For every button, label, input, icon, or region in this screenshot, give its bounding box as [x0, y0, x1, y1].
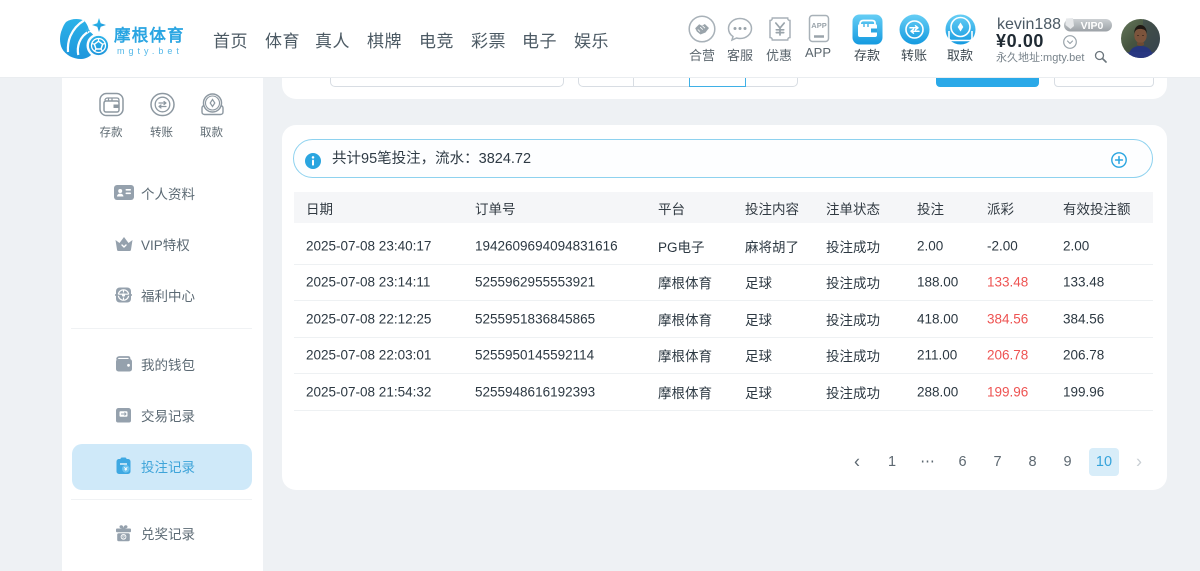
svg-text:APP: APP: [811, 21, 826, 30]
svg-text:VIP0: VIP0: [1081, 20, 1104, 32]
svg-text:兑: 兑: [122, 534, 126, 539]
